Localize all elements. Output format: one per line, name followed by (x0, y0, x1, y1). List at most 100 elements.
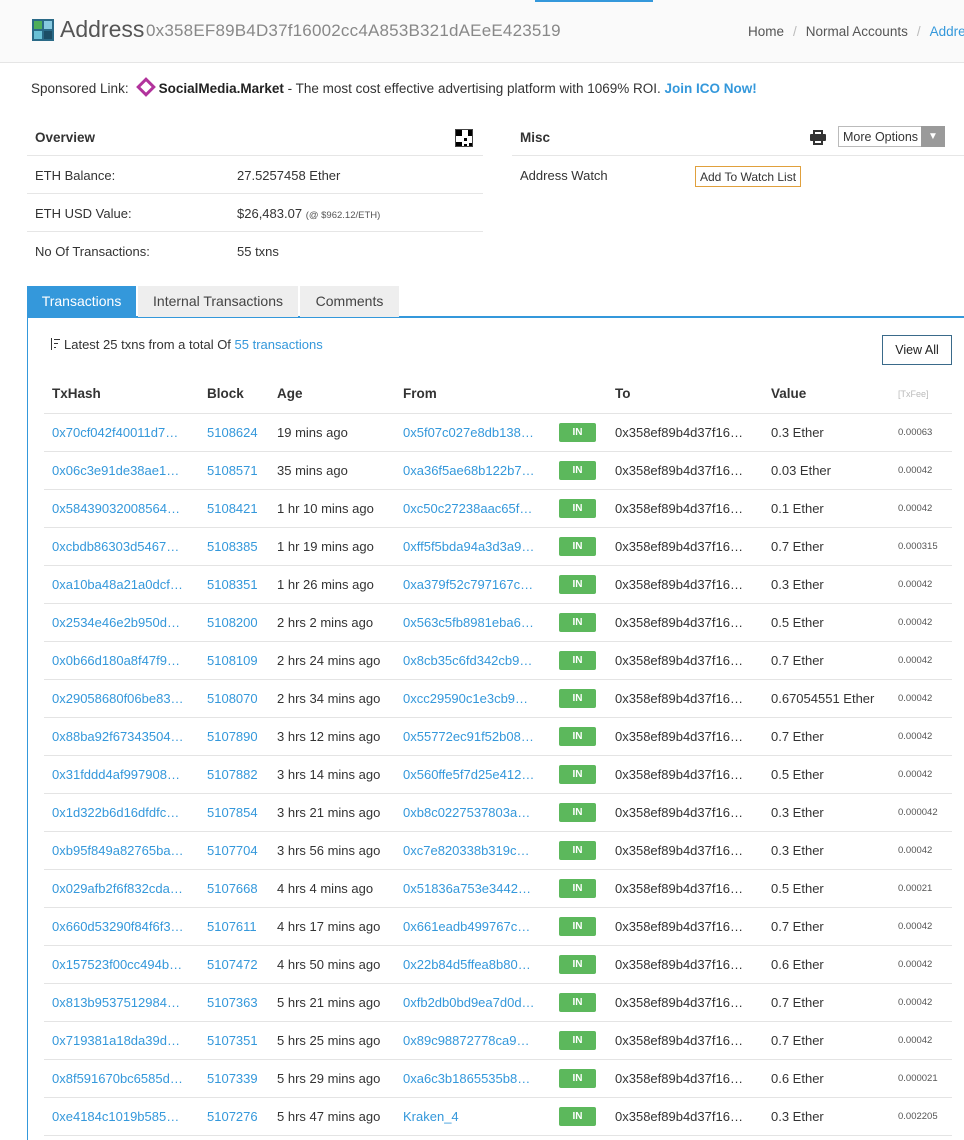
from-address-link[interactable]: 0x8cb35c6fd342cb9… (403, 653, 532, 668)
from-address-link[interactable]: 0xc50c27238aac65f… (403, 501, 532, 516)
breadcrumb-address[interactable]: Address (930, 24, 964, 39)
from-address-link[interactable]: 0xa6c3b1865535b8… (403, 1071, 530, 1086)
block-link[interactable]: 5108571 (207, 463, 258, 478)
tx-hash-link[interactable]: 0x029afb2f6f832cda… (52, 881, 183, 896)
block-link[interactable]: 5107882 (207, 767, 258, 782)
tx-hash-link[interactable]: 0x58439032008564… (52, 501, 180, 516)
tx-hash-link[interactable]: 0x06c3e91de38ae1… (52, 463, 179, 478)
tx-hash-link[interactable]: 0x8f591670bc6585d… (52, 1071, 183, 1086)
block-link[interactable]: 5107704 (207, 843, 258, 858)
direction-badge: IN (559, 992, 596, 1012)
tx-hash-link[interactable]: 0x660d53290f84f6f3… (52, 919, 184, 934)
block-link[interactable]: 5108421 (207, 501, 258, 516)
tx-hash-link[interactable]: 0x1d322b6d16dfdfc… (52, 805, 179, 820)
from-address-link[interactable]: 0x55772ec91f52b08… (403, 729, 534, 744)
sponsored-brand[interactable]: SocialMedia.Market (159, 81, 284, 96)
tab-transactions[interactable]: Transactions (27, 286, 136, 317)
from-address-link[interactable]: 0xfb2db0bd9ea7d0d… (403, 995, 535, 1010)
age-cell: 3 hrs 21 mins ago (277, 804, 381, 820)
tab-internal-transactions[interactable]: Internal Transactions (138, 286, 298, 317)
tx-hash-cell: 0x029afb2f6f832cda… (44, 869, 199, 908)
from-address-link[interactable]: 0xa36f5ae68b122b7… (403, 463, 535, 478)
tx-hash-link[interactable]: 0xcbdb86303d5467… (52, 539, 179, 554)
breadcrumb-home[interactable]: Home (748, 24, 784, 39)
block-link[interactable]: 5108624 (207, 425, 258, 440)
tx-hash-link[interactable]: 0x2534e46e2b950d… (52, 615, 180, 630)
from-address-cell: 0x55772ec91f52b08… (395, 717, 551, 756)
block-link[interactable]: 5107854 (207, 805, 258, 820)
from-address-link[interactable]: 0xff5f5bda94a3d3a9… (403, 539, 534, 554)
block-link[interactable]: 5107276 (207, 1109, 258, 1124)
block-link[interactable]: 5107339 (207, 1071, 258, 1086)
to-address: 0x358ef89b4d37f16… (615, 1108, 743, 1124)
block-cell: 5107668 (199, 869, 269, 908)
address-watch-label: Address Watch (520, 168, 608, 183)
tx-hash-link[interactable]: 0x0b66d180a8f47f9… (52, 653, 180, 668)
block-link[interactable]: 5108109 (207, 653, 258, 668)
tab-comments[interactable]: Comments (300, 286, 399, 317)
value-cell: 0.3 Ether (771, 804, 824, 820)
from-address-link[interactable]: 0x22b84d5ffea8b80… (403, 957, 531, 972)
block-cell: 5107339 (199, 1059, 269, 1098)
value-cell: 0.3 Ether (771, 424, 824, 440)
to-address: 0x358ef89b4d37f16… (615, 690, 743, 706)
to-address-cell: 0x358ef89b4d37f16… (607, 489, 763, 528)
tx-hash-link[interactable]: 0x813b9537512984… (52, 995, 180, 1010)
block-link[interactable]: 5107890 (207, 729, 258, 744)
breadcrumb-normal-accounts[interactable]: Normal Accounts (806, 24, 908, 39)
from-address-link[interactable]: 0xb8c0227537803a… (403, 805, 530, 820)
block-link[interactable]: 5108200 (207, 615, 258, 630)
from-address-link[interactable]: 0x661eadb499767c… (403, 919, 530, 934)
from-address-link[interactable]: 0xa379f52c797167c… (403, 577, 533, 592)
tx-hash-link[interactable]: 0x719381a18da39d… (52, 1033, 180, 1048)
tx-hash-link[interactable]: 0x157523f00cc494b… (52, 957, 182, 972)
block-link[interactable]: 5107351 (207, 1033, 258, 1048)
txfee-cell-cell: 0.00042 (890, 945, 952, 984)
from-address-link[interactable]: 0x560ffe5f7d25e412… (403, 767, 534, 782)
age-cell-cell: 1 hr 26 mins ago (269, 565, 395, 604)
direction-badge-cell: IN (551, 603, 607, 642)
more-options-button[interactable]: More Options ▼ (838, 126, 945, 147)
print-icon[interactable] (810, 130, 826, 145)
from-address-link[interactable]: 0x563c5fb8981eba6… (403, 615, 534, 630)
block-link[interactable]: 5107363 (207, 995, 258, 1010)
from-address-link[interactable]: Kraken_4 (403, 1109, 459, 1124)
block-link[interactable]: 5107472 (207, 957, 258, 972)
qr-code-icon[interactable] (455, 129, 473, 147)
from-address-link[interactable]: 0xc7e820338b319c… (403, 843, 530, 858)
from-address-cell: 0x89c98872778ca9… (395, 1021, 551, 1060)
from-address-link[interactable]: 0x5f07c027e8db138… (403, 425, 534, 440)
tx-hash-link[interactable]: 0x31fddd4af997908… (52, 767, 180, 782)
tx-hash-link[interactable]: 0xa10ba48a21a0dcf… (52, 577, 183, 592)
tx-hash-link[interactable]: 0xb95f849a82765ba… (52, 843, 184, 858)
value-cell-cell: 0.3 Ether (763, 831, 890, 870)
direction-badge-cell: IN (551, 869, 607, 908)
tx-hash-link[interactable]: 0x29058680f06be83… (52, 691, 184, 706)
view-all-button[interactable]: View All (882, 335, 952, 365)
block-link[interactable]: 5108385 (207, 539, 258, 554)
value-cell: 0.7 Ether (771, 652, 824, 668)
table-row: 0x660d53290f84f6f3… 5107611 4 hrs 17 mins … (44, 907, 952, 946)
tx-hash-link[interactable]: 0x88ba92f67343504… (52, 729, 184, 744)
txfee-cell: 0.00042 (898, 844, 933, 856)
join-ico-link[interactable]: Join ICO Now! (665, 81, 757, 96)
from-address-link[interactable]: 0x51836a753e3442… (403, 881, 531, 896)
block-link[interactable]: 5107611 (207, 919, 257, 934)
from-address-cell: 0x560ffe5f7d25e412… (395, 755, 551, 794)
txfee-cell-cell: 0.00042 (890, 831, 952, 870)
from-address-link[interactable]: 0x89c98872778ca9… (403, 1033, 530, 1048)
total-transactions-link[interactable]: 55 transactions (235, 337, 323, 352)
table-row: 0x88ba92f67343504… 5107890 3 hrs 12 mins a… (44, 717, 952, 756)
block-link[interactable]: 5108351 (207, 577, 258, 592)
age-cell-cell: 1 hr 10 mins ago (269, 489, 395, 528)
tx-hash-link[interactable]: 0xe4184c1019b585… (52, 1109, 179, 1124)
block-link[interactable]: 5108070 (207, 691, 258, 706)
from-address-link[interactable]: 0xcc29590c1e3cb9… (403, 691, 528, 706)
to-address-cell: 0x358ef89b4d37f16… (607, 1059, 763, 1098)
direction-badge: IN (559, 536, 596, 556)
sponsored-link: Sponsored Link: SocialMedia.Market - The … (31, 77, 757, 97)
add-to-watch-list-button[interactable]: Add To Watch List (695, 166, 802, 187)
age-cell-cell: 3 hrs 12 mins ago (269, 717, 395, 756)
block-link[interactable]: 5107668 (207, 881, 258, 896)
tx-hash-link[interactable]: 0x70cf042f40011d7… (52, 425, 178, 440)
